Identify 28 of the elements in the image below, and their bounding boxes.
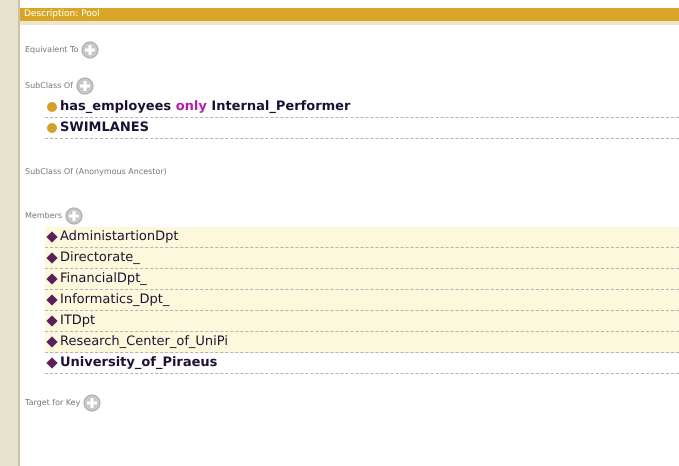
list-row[interactable]: Research_Center_of_UniPi (45, 332, 679, 353)
list-row[interactable]: AdministartionDpt (45, 227, 679, 248)
add-icon[interactable] (81, 41, 100, 59)
individual-name: AdministartionDpt (60, 228, 178, 246)
section-label: Members (25, 210, 62, 222)
panel-title: Description: Pool (24, 8, 100, 21)
list-row[interactable]: University_of_Piraeus (45, 353, 679, 374)
individual-name: University_of_Piraeus (60, 354, 218, 372)
list-row[interactable]: FinancialDpt_ (45, 269, 679, 290)
individual-name: Informatics_Dpt_ (60, 291, 170, 310)
section-label: SubClass Of (25, 80, 73, 92)
section-label: SubClass Of (Anonymous Ancestor) (25, 166, 167, 178)
individual-name: Directorate_ (60, 249, 140, 268)
individual-name: FinancialDpt_ (60, 270, 147, 288)
class-expression: SWIMLANES (60, 119, 149, 138)
add-icon[interactable] (65, 207, 84, 225)
individual-name: Research_Center_of_UniPi (60, 333, 228, 352)
add-icon[interactable] (76, 77, 94, 95)
list-row[interactable]: Directorate_ (45, 248, 679, 269)
class-expression: has_employees only Internal_Performer (60, 98, 350, 116)
list-row[interactable]: ITDpt (45, 311, 679, 332)
add-icon[interactable] (83, 394, 102, 412)
section-label: Equivalent To (25, 44, 78, 56)
list-row[interactable]: SWIMLANES (45, 118, 679, 139)
list-row[interactable]: Informatics_Dpt_ (45, 290, 679, 311)
list-row[interactable]: has_employees only Internal_Performer (45, 97, 679, 118)
section-label: Target for Key (25, 397, 80, 409)
individual-name: ITDpt (60, 312, 96, 330)
